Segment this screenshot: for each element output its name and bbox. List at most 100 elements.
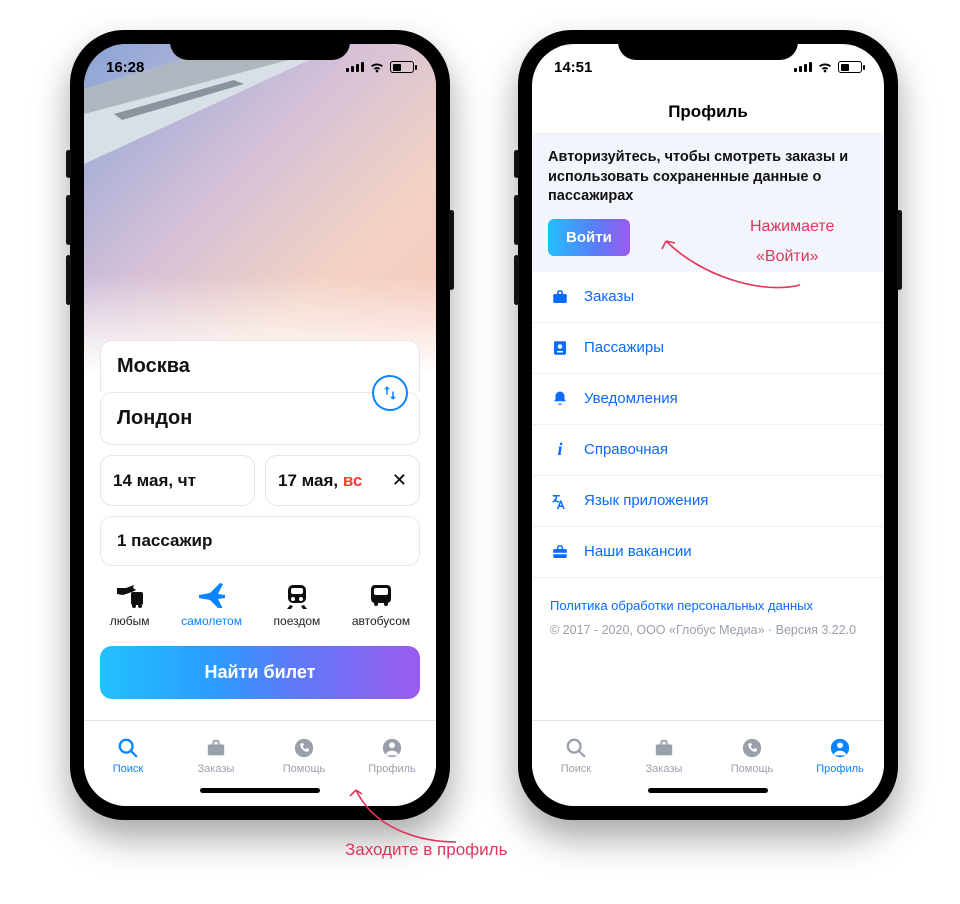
transport-any[interactable]: любым (106, 574, 154, 634)
side-button (66, 255, 71, 305)
tab-search-label: Поиск (113, 763, 143, 775)
phone-mockup-search: 16:28 Москва Лондон 14 мая, чт (70, 30, 450, 820)
menu-help-label: Справочная (584, 441, 668, 458)
find-ticket-button[interactable]: Найти билет (100, 646, 420, 699)
route-input-group: Москва Лондон (100, 340, 420, 445)
menu-passengers-label: Пассажиры (584, 339, 664, 356)
translate-icon (550, 491, 570, 511)
briefcase-icon (651, 735, 677, 761)
annotation-press-login-1: Нажимаете (750, 218, 834, 236)
transport-train[interactable]: поездом (270, 574, 325, 634)
transport-plane[interactable]: самолетом (177, 574, 246, 634)
annotation-press-login-2: «Войти» (756, 248, 819, 266)
side-button (66, 195, 71, 245)
profile-menu: Заказы Пассажиры Уведомления i Справочна… (532, 272, 884, 578)
train-icon (282, 580, 312, 610)
phone-icon (739, 735, 765, 761)
briefcase-icon (550, 287, 570, 307)
from-city-input[interactable]: Москва (100, 340, 420, 392)
tab-orders[interactable]: Заказы (172, 721, 260, 788)
profile-icon (379, 735, 405, 761)
menu-orders-label: Заказы (584, 288, 634, 305)
transport-plane-label: самолетом (181, 614, 242, 628)
hero-image (84, 44, 436, 374)
passengers-input[interactable]: 1 пассажир (100, 516, 420, 566)
annotation-goto-profile: Заходите в профиль (345, 840, 507, 860)
screen-profile: 14:51 Профиль Авторизуйтесь, чтобы смотр… (532, 44, 884, 806)
side-button (66, 150, 71, 178)
tab-help[interactable]: Помощь (708, 721, 796, 788)
tab-profile-label: Профиль (368, 763, 416, 775)
mixed-transport-icon (115, 580, 145, 610)
search-icon (563, 735, 589, 761)
phone-notch (170, 30, 350, 60)
profile-icon (827, 735, 853, 761)
search-icon (115, 735, 141, 761)
phone-icon (291, 735, 317, 761)
clear-return-date-button[interactable]: ✕ (384, 470, 407, 491)
return-date-input[interactable]: 17 мая, вс ✕ (265, 455, 420, 506)
depart-date-input[interactable]: 14 мая, чт (100, 455, 255, 506)
signal-icon (794, 62, 812, 72)
tab-profile[interactable]: Профиль (348, 721, 436, 788)
tab-orders[interactable]: Заказы (620, 721, 708, 788)
briefcase-icon (203, 735, 229, 761)
battery-icon (390, 61, 414, 73)
transport-bus[interactable]: автобусом (348, 574, 414, 634)
menu-notifications-label: Уведомления (584, 390, 678, 407)
wifi-icon (817, 61, 833, 73)
tab-search[interactable]: Поиск (532, 721, 620, 788)
phone-notch (618, 30, 798, 60)
status-time: 14:51 (554, 59, 592, 76)
return-date-label: 17 мая, вс (278, 471, 362, 491)
transport-selector: любым самолетом поездом (94, 574, 426, 634)
side-button (514, 150, 519, 178)
tab-help-label: Помощь (283, 763, 326, 775)
bus-icon (366, 580, 396, 610)
tab-profile-label: Профиль (816, 763, 864, 775)
plane-icon (197, 580, 227, 610)
tab-bar: Поиск Заказы Помощь Профиль (532, 720, 884, 788)
screen-search: 16:28 Москва Лондон 14 мая, чт (84, 44, 436, 806)
status-time: 16:28 (106, 59, 144, 76)
swap-button[interactable] (372, 375, 408, 411)
phone-mockup-profile: 14:51 Профиль Авторизуйтесь, чтобы смотр… (518, 30, 898, 820)
menu-passengers[interactable]: Пассажиры (532, 323, 884, 374)
menu-notifications[interactable]: Уведомления (532, 374, 884, 425)
suitcase-icon (550, 542, 570, 562)
side-button (449, 210, 454, 290)
side-button (514, 195, 519, 245)
page-title: Профиль (532, 90, 884, 134)
menu-language-label: Язык приложения (584, 492, 708, 509)
bell-icon (550, 389, 570, 409)
side-button (897, 210, 902, 290)
tab-bar: Поиск Заказы Помощь Профиль (84, 720, 436, 788)
transport-bus-label: автобусом (352, 614, 410, 628)
tab-orders-label: Заказы (198, 763, 235, 775)
info-icon: i (550, 440, 570, 460)
auth-banner-text: Авторизуйтесь, чтобы смотреть заказы и и… (548, 148, 868, 207)
annotation-arrow-icon (660, 235, 810, 301)
tab-help-label: Помощь (731, 763, 774, 775)
side-button (514, 255, 519, 305)
home-indicator (532, 788, 884, 806)
login-button[interactable]: Войти (548, 219, 630, 256)
menu-language[interactable]: Язык приложения (532, 476, 884, 527)
menu-jobs-label: Наши вакансии (584, 543, 692, 560)
tab-profile[interactable]: Профиль (796, 721, 884, 788)
transport-any-label: любым (110, 614, 150, 628)
passport-icon (550, 338, 570, 358)
tab-help[interactable]: Помощь (260, 721, 348, 788)
copyright-text: © 2017 - 2020, ООО «Глобус Медиа» · Верс… (550, 623, 866, 637)
tab-search[interactable]: Поиск (84, 721, 172, 788)
transport-train-label: поездом (274, 614, 321, 628)
to-city-input[interactable]: Лондон (100, 392, 420, 445)
tab-search-label: Поиск (561, 763, 591, 775)
privacy-policy-link[interactable]: Политика обработки персональных данных (550, 598, 866, 613)
swap-icon (381, 384, 399, 402)
menu-jobs[interactable]: Наши вакансии (532, 527, 884, 578)
legal-block: Политика обработки персональных данных ©… (532, 578, 884, 637)
wifi-icon (369, 61, 385, 73)
battery-icon (838, 61, 862, 73)
menu-help[interactable]: i Справочная (532, 425, 884, 476)
